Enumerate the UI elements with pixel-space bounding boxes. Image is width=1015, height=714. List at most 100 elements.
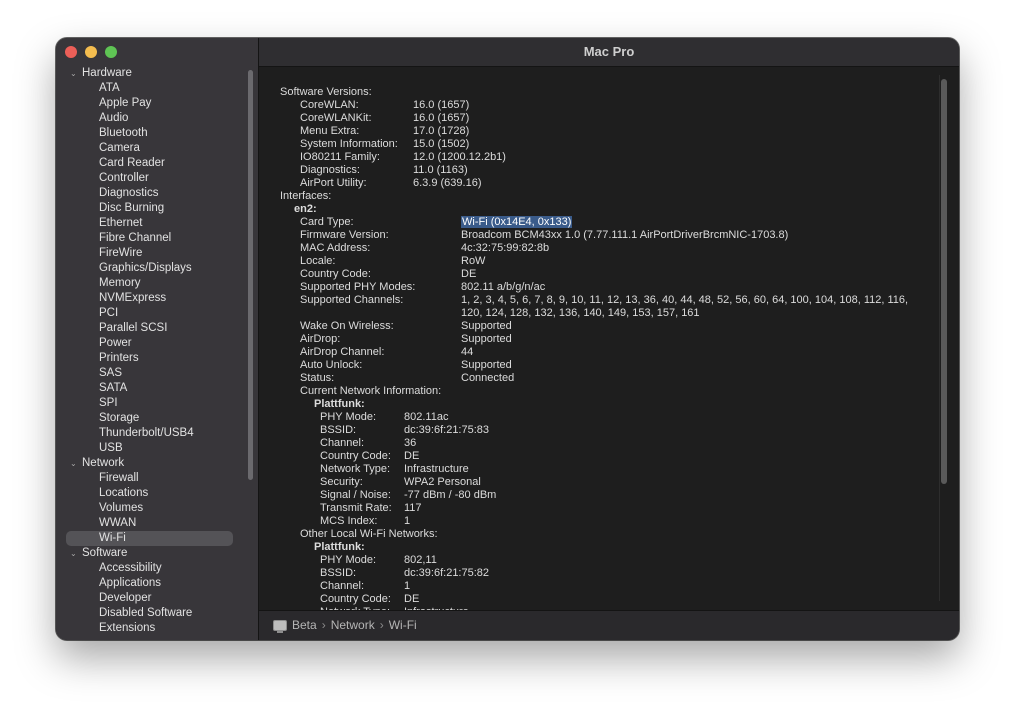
sidebar-item-ethernet[interactable]: Ethernet: [56, 216, 258, 231]
detail-label: Card Type:: [300, 216, 354, 228]
sidebar-item-label: Power: [99, 337, 132, 349]
sidebar-scrollbar[interactable]: [248, 70, 253, 480]
detail-value-text: Connected: [461, 372, 515, 384]
detail-value: 802.11ac: [404, 411, 448, 424]
sidebar-item-power[interactable]: Power: [56, 336, 258, 351]
detail-label: Plattfunk:: [314, 398, 365, 410]
detail-value-text: 12.0 (1200.12.2b1): [413, 151, 506, 163]
sidebar-group-hardware[interactable]: ⌄ Hardware: [56, 66, 258, 81]
breadcrumb-separator: ›: [321, 618, 326, 632]
detail-label: AirPort Utility:: [300, 177, 367, 189]
detail-value-text: 120, 124, 128, 132, 136, 140, 149, 153, …: [461, 307, 700, 319]
sidebar-item-usb[interactable]: USB: [56, 441, 258, 456]
sidebar-item-controller[interactable]: Controller: [56, 171, 258, 186]
detail-value: 802,11: [404, 554, 437, 567]
sidebar-item-sata[interactable]: SATA: [56, 381, 258, 396]
breadcrumb: Beta › Network › Wi-Fi: [273, 618, 417, 633]
sidebar-item-wi-fi[interactable]: Wi-Fi: [56, 531, 258, 546]
sidebar-item-label: Accessibility: [99, 562, 162, 574]
sidebar-item-volumes[interactable]: Volumes: [56, 501, 258, 516]
sidebar-item-storage[interactable]: Storage: [56, 411, 258, 426]
detail-label: Interfaces:: [280, 190, 332, 202]
sidebar-item-label: USB: [99, 442, 123, 454]
sidebar-item-bluetooth[interactable]: Bluetooth: [56, 126, 258, 141]
detail-label: BSSID:: [320, 567, 357, 579]
chevron-down-icon[interactable]: ⌄: [70, 66, 82, 81]
detail-value-text: DE: [461, 268, 477, 280]
sidebar-item-applications[interactable]: Applications: [56, 576, 258, 591]
chevron-down-icon[interactable]: ⌄: [70, 546, 82, 561]
detail-label: Other Local Wi-Fi Networks:: [300, 528, 438, 540]
sidebar-item-label: Bluetooth: [99, 127, 148, 139]
breadcrumb-item-beta[interactable]: Beta: [292, 618, 317, 632]
sidebar-item-printers[interactable]: Printers: [56, 351, 258, 366]
detail-value: 16.0 (1657): [413, 99, 469, 112]
sidebar-item-firewall[interactable]: Firewall: [56, 471, 258, 486]
detail-value: DE: [461, 268, 476, 281]
window-title: Mac Pro: [583, 44, 635, 59]
sidebar-item-label: Audio: [99, 112, 129, 124]
sidebar-item-apple-pay[interactable]: Apple Pay: [56, 96, 258, 111]
sidebar-item-label: Camera: [99, 142, 140, 154]
sidebar-item-disabled-software[interactable]: Disabled Software: [56, 606, 258, 621]
breadcrumb-item-network[interactable]: Network: [331, 618, 375, 632]
sidebar-item-pci[interactable]: PCI: [56, 306, 258, 321]
sidebar-item-accessibility[interactable]: Accessibility: [56, 561, 258, 576]
detail-value-text: 117: [404, 502, 422, 514]
sidebar-item-disc-burning[interactable]: Disc Burning: [56, 201, 258, 216]
detail-value: 44: [461, 346, 473, 359]
detail-value: Supported: [461, 320, 512, 333]
detail-pane: Software Versions: CoreWLAN: 16.0 (1657) Co…: [259, 67, 959, 610]
minimize-button[interactable]: [85, 46, 97, 58]
sidebar-item-label: Memory: [99, 277, 141, 289]
detail-label: Transmit Rate:: [320, 502, 392, 514]
sidebar-item-audio[interactable]: Audio: [56, 111, 258, 126]
detail-scrollbar[interactable]: [941, 79, 947, 484]
sidebar-item-thunderbolt-usb4[interactable]: Thunderbolt/USB4: [56, 426, 258, 441]
sidebar-item-ata[interactable]: ATA: [56, 81, 258, 96]
detail-label: AirDrop Channel:: [300, 346, 385, 358]
sidebar-group-software[interactable]: ⌄ Software: [56, 546, 258, 561]
detail-value: dc:39:6f:21:75:83: [404, 424, 489, 437]
titlebar: Mac Pro: [259, 38, 959, 67]
sidebar-item-extensions[interactable]: Extensions: [56, 621, 258, 636]
detail-value: 17.0 (1728): [413, 125, 469, 138]
detail-value: 117: [404, 502, 422, 515]
chevron-down-icon[interactable]: ⌄: [70, 456, 82, 471]
detail-value: 11.0 (1163): [413, 164, 468, 177]
sidebar-item-parallel-scsi[interactable]: Parallel SCSI: [56, 321, 258, 336]
detail-value: Broadcom BCM43xx 1.0 (7.77.111.1 AirPort…: [461, 229, 788, 242]
detail-label: Channel:: [320, 437, 365, 449]
detail-value-text: -77 dBm / -80 dBm: [404, 489, 497, 501]
detail-label: Supported Channels:: [300, 294, 404, 306]
sidebar-item-label: Disabled Software: [99, 607, 193, 619]
sidebar-item-label: NVMExpress: [99, 292, 167, 304]
breadcrumb-separator: ›: [379, 618, 384, 632]
detail-label: IO80211 Family:: [300, 151, 380, 163]
zoom-button[interactable]: [105, 46, 117, 58]
breadcrumb-item-wi-fi[interactable]: Wi-Fi: [389, 618, 417, 632]
sidebar-item-developer[interactable]: Developer: [56, 591, 258, 606]
sidebar-item-card-reader[interactable]: Card Reader: [56, 156, 258, 171]
sidebar-item-graphics-displays[interactable]: Graphics/Displays: [56, 261, 258, 276]
sidebar-item-fibre-channel[interactable]: Fibre Channel: [56, 231, 258, 246]
detail-value: 1: [404, 515, 410, 528]
detail-label: Plattfunk:: [314, 541, 365, 553]
sidebar-item-diagnostics[interactable]: Diagnostics: [56, 186, 258, 201]
sidebar-item-sas[interactable]: SAS: [56, 366, 258, 381]
sidebar-item-locations[interactable]: Locations: [56, 486, 258, 501]
detail-value: 4c:32:75:99:82:8b: [461, 242, 549, 255]
sidebar-item-spi[interactable]: SPI: [56, 396, 258, 411]
detail-label: Signal / Noise:: [320, 489, 391, 501]
sidebar-item-memory[interactable]: Memory: [56, 276, 258, 291]
detail-value-text: 802.11 a/b/g/n/ac: [461, 281, 546, 293]
sidebar-item-label: Apple Pay: [99, 97, 152, 109]
sidebar-group-network[interactable]: ⌄ Network: [56, 456, 258, 471]
sidebar-item-camera[interactable]: Camera: [56, 141, 258, 156]
sidebar-item-wwan[interactable]: WWAN: [56, 516, 258, 531]
sidebar-item-nvmexpress[interactable]: NVMExpress: [56, 291, 258, 306]
detail-value: 1: [404, 580, 410, 593]
close-button[interactable]: [65, 46, 77, 58]
detail-value-text[interactable]: Wi-Fi (0x14E4, 0x133): [461, 216, 573, 228]
sidebar-item-firewire[interactable]: FireWire: [56, 246, 258, 261]
